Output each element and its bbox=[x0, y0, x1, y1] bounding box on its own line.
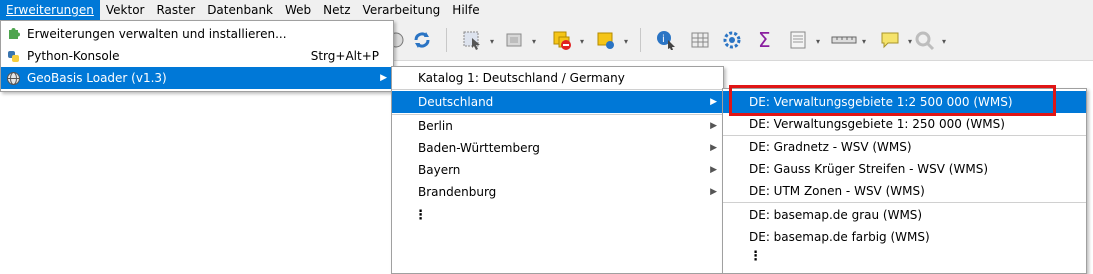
python-icon bbox=[6, 49, 21, 64]
chevron-right-icon: ▶ bbox=[380, 73, 387, 83]
menu-item-berlin[interactable]: Berlin ▶ bbox=[392, 115, 723, 137]
menu-item-deutschland[interactable]: Deutschland ▶ bbox=[392, 91, 723, 113]
extensions-menu: Erweiterungen verwalten und installieren… bbox=[0, 20, 394, 92]
menu-network[interactable]: Netz bbox=[317, 0, 356, 20]
chevron-right-icon: ▶ bbox=[710, 143, 717, 153]
deselect-icon[interactable]: ▾ bbox=[592, 26, 628, 54]
shortcut-label: Strg+Alt+P bbox=[310, 49, 379, 63]
toolbar-separator bbox=[446, 28, 447, 52]
refresh-icon[interactable] bbox=[408, 26, 436, 54]
menu-item-baden-wuerttemberg[interactable]: Baden-Württemberg ▶ bbox=[392, 137, 723, 159]
plugin-icon bbox=[6, 27, 21, 42]
menu-bar: Erweiterungen Vektor Raster Datenbank We… bbox=[0, 0, 1093, 20]
menu-vector[interactable]: Vektor bbox=[100, 0, 151, 20]
chevron-right-icon: ▶ bbox=[710, 187, 717, 197]
chevron-right-icon: ▶ bbox=[710, 165, 717, 175]
svg-text:Σ: Σ bbox=[758, 29, 771, 51]
attribute-table-icon[interactable]: ▾ bbox=[500, 26, 536, 54]
sum-icon[interactable]: Σ bbox=[752, 26, 780, 54]
table-icon[interactable]: ▾ bbox=[784, 26, 820, 54]
identify-icon[interactable]: i bbox=[652, 26, 680, 54]
highlight-annotation-box bbox=[729, 85, 1056, 116]
menu-item-basemap-farbig[interactable]: DE: basemap.de farbig (WMS) bbox=[723, 226, 1086, 248]
annotation-icon[interactable]: ▾ bbox=[876, 26, 912, 54]
chevron-right-icon: ▶ bbox=[710, 121, 717, 131]
menu-processing[interactable]: Verarbeitung bbox=[357, 0, 447, 20]
select-features-icon[interactable]: ▾ bbox=[548, 26, 584, 54]
menu-item-verwaltungsgebiete-250000[interactable]: DE: Verwaltungsgebiete 1: 250 000 (WMS) bbox=[723, 113, 1086, 135]
menu-item-gauss-krueger[interactable]: DE: Gauss Krüger Streifen - WSV (WMS) bbox=[723, 158, 1086, 180]
svg-text:i: i bbox=[662, 34, 665, 45]
menu-item-gradnetz[interactable]: DE: Gradnetz - WSV (WMS) bbox=[723, 136, 1086, 158]
menu-item-basemap-grau[interactable]: DE: basemap.de grau (WMS) bbox=[723, 204, 1086, 226]
more-items-ellipsis: ⋮ bbox=[749, 249, 762, 264]
menu-item-bayern[interactable]: Bayern ▶ bbox=[392, 159, 723, 181]
menu-item-python-console[interactable]: Python-Konsole Strg+Alt+P bbox=[1, 45, 393, 67]
search-icon[interactable]: ▾ bbox=[910, 26, 946, 54]
menu-item-utm-zonen[interactable]: DE: UTM Zonen - WSV (WMS) bbox=[723, 180, 1086, 202]
chevron-right-icon: ▶ bbox=[710, 97, 717, 107]
menu-extensions[interactable]: Erweiterungen bbox=[0, 0, 100, 20]
measure-grid-icon[interactable] bbox=[686, 26, 714, 54]
ruler-icon[interactable]: ▾ bbox=[830, 26, 866, 54]
menu-item-brandenburg[interactable]: Brandenburg ▶ bbox=[392, 181, 723, 203]
menu-item-manage-plugins[interactable]: Erweiterungen verwalten und installieren… bbox=[1, 23, 393, 45]
settings-gear-icon[interactable] bbox=[718, 26, 746, 54]
more-items-ellipsis: ⋮ bbox=[414, 208, 427, 223]
menu-item-geobasis-loader[interactable]: GeoBasis Loader (v1.3) ▶ bbox=[1, 67, 393, 89]
menu-divider bbox=[392, 89, 723, 90]
globe-icon bbox=[6, 71, 21, 86]
geobasis-submenu: Katalog 1: Deutschland / Germany Deutsch… bbox=[391, 66, 724, 274]
menu-database[interactable]: Datenbank bbox=[201, 0, 279, 20]
menu-help[interactable]: Hilfe bbox=[446, 0, 485, 20]
menu-divider bbox=[723, 202, 1086, 203]
toolbar-separator bbox=[640, 28, 641, 52]
menu-web[interactable]: Web bbox=[279, 0, 317, 20]
menu-raster[interactable]: Raster bbox=[150, 0, 201, 20]
select-icon[interactable]: ▾ bbox=[458, 26, 494, 54]
menu-item-katalog[interactable]: Katalog 1: Deutschland / Germany bbox=[392, 67, 723, 89]
